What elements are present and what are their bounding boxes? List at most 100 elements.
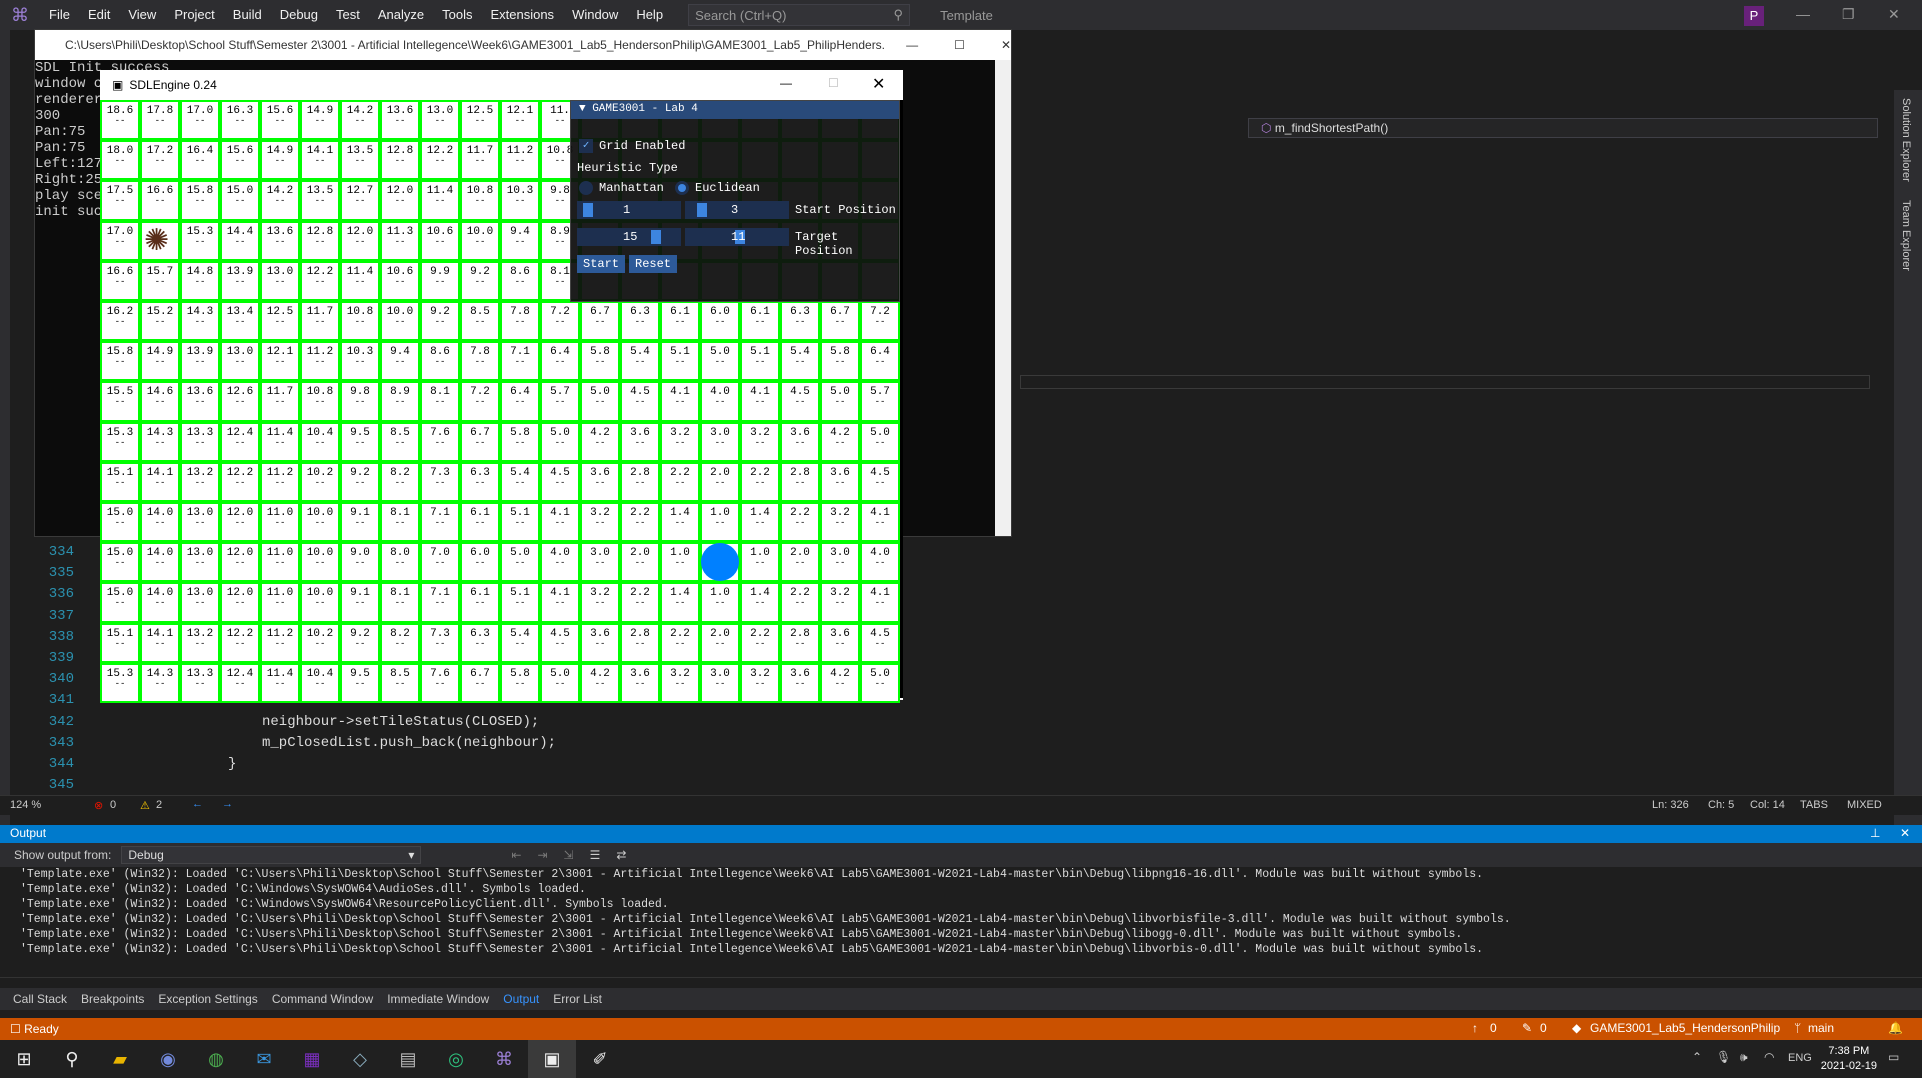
grid-tile[interactable]: 2.8 -- bbox=[780, 461, 820, 502]
reset-button[interactable]: Reset bbox=[629, 255, 678, 273]
grid-tile[interactable]: 5.4 -- bbox=[780, 341, 820, 382]
grid-tile[interactable]: 6.4 -- bbox=[860, 341, 900, 382]
target-y-slider[interactable]: 11 bbox=[685, 228, 789, 246]
grid-tile[interactable]: 4.1 -- bbox=[740, 381, 780, 422]
grid-tile[interactable]: 10.0 -- bbox=[300, 542, 340, 583]
grid-tile[interactable]: 10.4 -- bbox=[300, 421, 340, 462]
grid-tile[interactable]: 13.0 -- bbox=[180, 542, 220, 583]
output-line[interactable]: 'Template.exe' (Win32): Loaded 'C:\Users… bbox=[20, 927, 1922, 942]
grid-tile[interactable]: 7.3 -- bbox=[420, 461, 460, 502]
grid-tile[interactable]: 8.2 -- bbox=[380, 622, 420, 663]
grid-tile[interactable]: 13.5 -- bbox=[300, 180, 340, 221]
search-input[interactable]: Search (Ctrl+Q) ⚲ bbox=[688, 4, 911, 26]
grid-tile[interactable]: 3.2 -- bbox=[820, 502, 860, 543]
grid-tile[interactable]: 10.0 -- bbox=[300, 582, 340, 623]
grid-tile[interactable]: 9.4 -- bbox=[500, 220, 540, 261]
grid-tile[interactable]: 9.1 -- bbox=[340, 582, 380, 623]
output-source-select[interactable]: Debug ▾ bbox=[121, 846, 422, 864]
grid-tile[interactable]: 9.2 -- bbox=[420, 301, 460, 342]
grid-tile[interactable]: 6.4 -- bbox=[500, 381, 540, 422]
code-line[interactable]: neighbour->setTileStatus(CLOSED); bbox=[262, 714, 539, 730]
grid-tile[interactable]: 10.0 -- bbox=[300, 502, 340, 543]
console-scrollbar[interactable] bbox=[995, 60, 1011, 536]
grid-tile[interactable]: 13.3 -- bbox=[180, 662, 220, 703]
output-h-scrollbar[interactable] bbox=[0, 977, 1922, 988]
output-panel-header[interactable]: Output ⊥ ✕ bbox=[0, 825, 1922, 843]
mail-icon[interactable]: ✉ bbox=[240, 1040, 288, 1078]
grid-tile[interactable]: 2.2 -- bbox=[780, 582, 820, 623]
output-close-icon[interactable]: ✕ bbox=[1900, 826, 1910, 840]
volume-icon[interactable]: 🕪 bbox=[1740, 1050, 1748, 1065]
grid-tile[interactable]: 8.9 -- bbox=[380, 381, 420, 422]
grid-tile[interactable]: 5.1 -- bbox=[500, 502, 540, 543]
grid-tile[interactable]: 8.6 -- bbox=[500, 260, 540, 301]
grid-tile[interactable]: 14.9 -- bbox=[300, 100, 340, 141]
grid-tile[interactable]: 6.3 -- bbox=[620, 301, 660, 342]
zoom-level[interactable]: 124 % bbox=[10, 799, 41, 811]
grid-tile[interactable]: 4.2 -- bbox=[820, 421, 860, 462]
output-text-area[interactable]: 'Template.exe' (Win32): Loaded 'C:\Users… bbox=[0, 867, 1922, 977]
grid-tile[interactable]: 6.3 -- bbox=[460, 622, 500, 663]
grid-tile[interactable]: 3.2 -- bbox=[660, 421, 700, 462]
grid-tile[interactable]: 11.4 -- bbox=[420, 180, 460, 221]
grid-tile[interactable]: 8.0 -- bbox=[380, 542, 420, 583]
grid-tile[interactable]: 13.2 -- bbox=[180, 622, 220, 663]
grid-tile[interactable]: 13.4 -- bbox=[220, 301, 260, 342]
grid-tile[interactable]: 10.0 -- bbox=[460, 220, 500, 261]
grid-tile[interactable]: 5.8 -- bbox=[500, 662, 540, 703]
calculator-icon[interactable]: ▤ bbox=[384, 1040, 432, 1078]
profile-avatar[interactable]: P bbox=[1744, 6, 1764, 26]
grid-tile[interactable]: 4.5 -- bbox=[620, 381, 660, 422]
start-x-grab[interactable] bbox=[583, 203, 593, 217]
grid-tile[interactable]: 16.3 -- bbox=[220, 100, 260, 141]
manhattan-radio[interactable] bbox=[579, 181, 593, 195]
console-close-icon[interactable]: ✕ bbox=[1001, 38, 1011, 52]
grid-tile[interactable]: 15.0 -- bbox=[100, 582, 140, 623]
music-app-icon[interactable]: ▦ bbox=[288, 1040, 336, 1078]
grid-tile[interactable]: 11.2 -- bbox=[500, 140, 540, 181]
start-y-grab[interactable] bbox=[697, 203, 707, 217]
grid-tile[interactable]: 14.6 -- bbox=[140, 381, 180, 422]
grid-tile[interactable]: 5.4 -- bbox=[620, 341, 660, 382]
find-previous-icon[interactable]: ⇤ bbox=[511, 848, 521, 862]
code-line[interactable]: m_pClosedList.push_back(neighbour); bbox=[262, 735, 556, 751]
grid-tile[interactable]: 1.0 -- bbox=[700, 502, 740, 543]
grid-tile[interactable]: 1.4 -- bbox=[660, 582, 700, 623]
grid-tile[interactable]: 14.3 -- bbox=[140, 662, 180, 703]
grid-tile[interactable]: 13.6 -- bbox=[260, 220, 300, 261]
grid-tile[interactable]: 5.8 -- bbox=[580, 341, 620, 382]
grid-tile[interactable]: 6.3 -- bbox=[460, 461, 500, 502]
grid-tile[interactable]: 12.1 -- bbox=[260, 341, 300, 382]
grid-tile[interactable]: 3.2 -- bbox=[740, 421, 780, 462]
sdl-close-icon[interactable]: ✕ bbox=[872, 74, 885, 94]
grid-tile[interactable]: 3.0 -- bbox=[820, 542, 860, 583]
member-nav-dropdown[interactable]: ⬡ m_findShortestPath() bbox=[1248, 118, 1878, 138]
console-maximize-icon[interactable]: ☐ bbox=[954, 38, 965, 52]
grid-tile[interactable]: 6.7 -- bbox=[460, 662, 500, 703]
output-line[interactable]: 'Template.exe' (Win32): Loaded 'C:\Windo… bbox=[20, 882, 1922, 897]
menu-file[interactable]: File bbox=[40, 0, 79, 30]
windows-start-icon[interactable]: ⊞ bbox=[0, 1040, 48, 1078]
team-explorer-tab[interactable]: Team Explorer bbox=[1900, 200, 1912, 271]
grid-tile[interactable]: 6.1 -- bbox=[740, 301, 780, 342]
grid-tile[interactable]: 10.3 -- bbox=[500, 180, 540, 221]
grid-tile[interactable]: 2.2 -- bbox=[740, 461, 780, 502]
menu-help[interactable]: Help bbox=[627, 0, 672, 30]
menu-project[interactable]: Project bbox=[165, 0, 223, 30]
grid-tile[interactable]: 9.4 -- bbox=[380, 341, 420, 382]
sdl-minimize-icon[interactable]: — bbox=[780, 76, 792, 90]
grid-tile[interactable]: 13.0 -- bbox=[260, 260, 300, 301]
grid-tile[interactable]: 2.2 -- bbox=[780, 502, 820, 543]
grid-tile[interactable]: 8.2 -- bbox=[380, 461, 420, 502]
tabs-indicator[interactable]: TABS bbox=[1800, 799, 1828, 811]
grid-tile[interactable]: 15.8 -- bbox=[180, 180, 220, 221]
console-taskbar-icon[interactable]: ▣ bbox=[528, 1040, 576, 1078]
grid-enabled-checkbox[interactable]: ✓ bbox=[579, 139, 593, 153]
grid-tile[interactable]: 4.2 -- bbox=[580, 662, 620, 703]
chrome-icon[interactable]: ◍ bbox=[192, 1040, 240, 1078]
grid-tile[interactable]: 12.7 -- bbox=[340, 180, 380, 221]
output-line[interactable]: 'Template.exe' (Win32): Loaded 'C:\Users… bbox=[20, 867, 1922, 882]
grid-tile[interactable]: 5.1 -- bbox=[660, 341, 700, 382]
grid-tile[interactable]: 6.1 -- bbox=[660, 301, 700, 342]
tab-error-list[interactable]: Error List bbox=[546, 992, 609, 1006]
